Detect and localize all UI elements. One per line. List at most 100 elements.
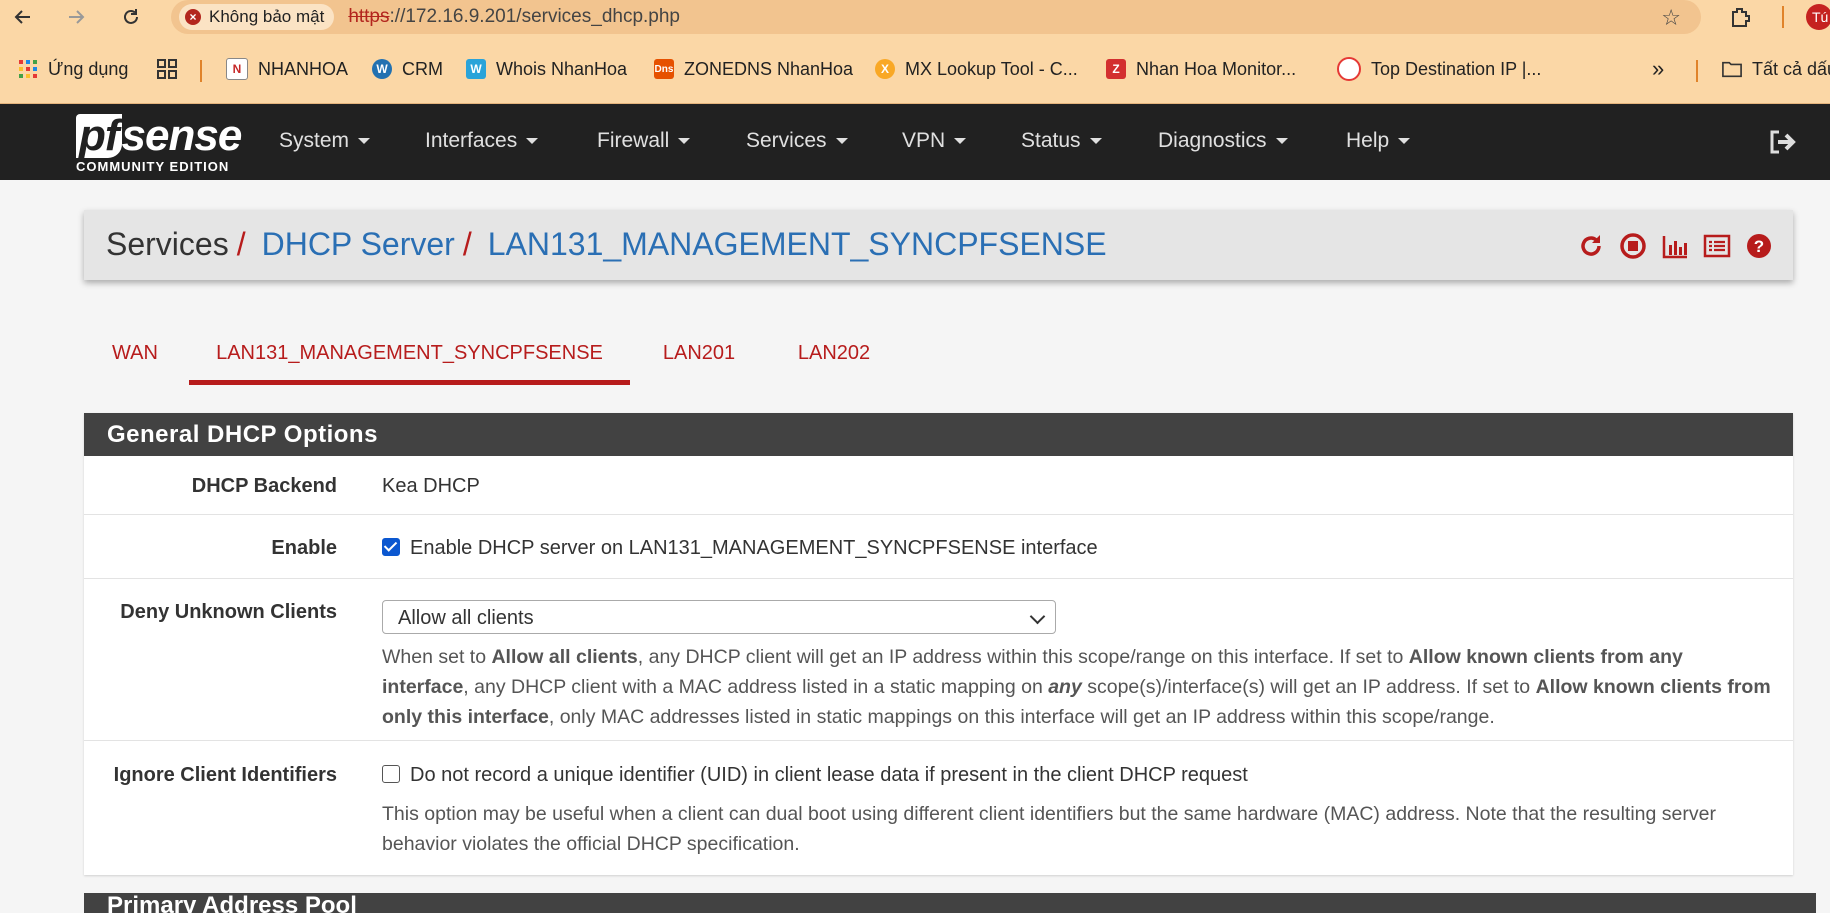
svg-text:?: ?: [1754, 237, 1764, 256]
security-label: Không bảo mật: [209, 7, 325, 26]
address-bar[interactable]: × Không bảo mật https://172.16.9.201/ser…: [171, 0, 1701, 34]
menu-label: Services: [746, 129, 827, 152]
logo-subtitle: COMMUNITY EDITION: [76, 159, 230, 174]
nhanhoa-icon: N: [226, 58, 248, 80]
tab-label: LAN202: [797, 341, 871, 364]
bookmark-zonedns[interactable]: Dns ZONEDNS NhanHoa: [654, 58, 853, 80]
dns-icon: Dns: [654, 59, 674, 79]
menu-system[interactable]: System: [279, 129, 371, 153]
restart-service-icon[interactable]: [1577, 232, 1605, 260]
select-value: Allow all clients: [398, 607, 534, 629]
ignore-uid-checkbox[interactable]: [382, 765, 400, 783]
tab-label: LAN201: [662, 341, 736, 364]
tab-lan131-management[interactable]: LAN131_MANAGEMENT_SYNCPFSENSE: [189, 326, 630, 385]
bookmark-divider: [1696, 60, 1698, 82]
ignore-help-text: This option may be useful when a client …: [382, 803, 1716, 855]
menu-interfaces[interactable]: Interfaces: [425, 129, 539, 153]
help-part: , any DHCP client with a MAC address lis…: [463, 676, 1049, 698]
extensions-icon[interactable]: [1728, 5, 1752, 29]
field-label: Ignore Client Identifiers: [113, 764, 337, 786]
menu-diagnostics[interactable]: Diagnostics: [1158, 129, 1288, 153]
tab-label: LAN131_MANAGEMENT_SYNCPFSENSE: [216, 341, 603, 364]
tab-wan[interactable]: WAN: [84, 326, 186, 380]
breadcrumb-separator: /: [236, 226, 246, 262]
enable-checkbox[interactable]: [382, 538, 400, 556]
bookmark-label: CRM: [402, 58, 443, 79]
menu-status[interactable]: Status: [1021, 129, 1102, 153]
pfsense-logo[interactable]: pfsense COMMUNITY EDITION: [76, 111, 243, 174]
bookmark-mx-lookup[interactable]: X MX Lookup Tool - C...: [875, 58, 1078, 80]
help-part: , only MAC addresses listed in static ma…: [548, 706, 1495, 728]
breadcrumb-actions: ?: [1577, 232, 1773, 260]
row-dhcp-backend: DHCP Backend Kea DHCP: [84, 456, 1793, 514]
apps-grid-icon: [18, 59, 38, 79]
menu-label: Firewall: [597, 129, 670, 152]
stop-service-icon[interactable]: [1619, 232, 1647, 260]
caret-down-icon: [835, 138, 848, 144]
menu-firewall[interactable]: Firewall: [597, 129, 691, 153]
logout-icon[interactable]: [1766, 126, 1798, 158]
forward-arrow-icon[interactable]: [63, 4, 89, 30]
url-text[interactable]: https://172.16.9.201/services_dhcp.php: [348, 6, 680, 28]
back-arrow-icon[interactable]: [10, 4, 36, 30]
breadcrumb-services[interactable]: Services: [106, 226, 229, 263]
reload-icon[interactable]: [118, 4, 144, 30]
more-bookmarks-icon[interactable]: »: [1652, 56, 1664, 81]
bookmark-star-icon[interactable]: ☆: [1661, 5, 1681, 31]
field-label: DHCP Backend: [191, 475, 337, 497]
help-bold-italic: any: [1048, 676, 1082, 698]
pfsense-navbar: pfsense COMMUNITY EDITION System Interfa…: [0, 104, 1830, 180]
bookmarks-bar: Ứng dụng N NHANHOA W CRM W Whois NhanHoa…: [0, 34, 1830, 104]
breadcrumb-panel: Services / DHCP Server / LAN131_MANAGEME…: [84, 210, 1793, 280]
menu-vpn[interactable]: VPN: [902, 129, 967, 153]
bookmark-crm[interactable]: W CRM: [372, 58, 443, 80]
deny-help-text: When set to Allow all clients, any DHCP …: [382, 642, 1772, 732]
not-secure-icon: ×: [185, 9, 201, 25]
bookmark-whois[interactable]: W Whois NhanHoa: [466, 58, 627, 80]
enable-option[interactable]: Enable DHCP server on LAN131_MANAGEMENT_…: [382, 537, 1098, 560]
tab-lan202[interactable]: LAN202: [776, 326, 892, 380]
profile-avatar[interactable]: Tú: [1806, 4, 1830, 30]
bookmark-label: Top Destination IP |...: [1371, 58, 1542, 79]
help-part: scope(s)/interface(s) will get an IP add…: [1081, 676, 1536, 698]
help-part: , any DHCP client will get an IP address…: [637, 646, 1409, 668]
breadcrumb-interface[interactable]: LAN131_MANAGEMENT_SYNCPFSENSE: [488, 226, 1107, 263]
ignore-option[interactable]: Do not record a unique identifier (UID) …: [382, 764, 1248, 787]
row-ignore-client-identifiers: Ignore Client Identifiers Do not record …: [84, 740, 1793, 875]
bookmark-label: Tất cả dấu trang: [1752, 58, 1830, 79]
all-bookmarks-folder[interactable]: Tất cả dấu trang: [1722, 58, 1830, 80]
toolbar-divider: [1782, 6, 1784, 28]
zabbix-icon: Z: [1106, 59, 1126, 79]
tab-groups-icon[interactable]: [156, 58, 178, 80]
menu-label: Diagnostics: [1158, 129, 1267, 152]
field-label: Enable: [271, 537, 337, 559]
log-list-icon[interactable]: [1703, 232, 1731, 260]
security-chip[interactable]: × Không bảo mật: [179, 4, 335, 30]
menu-label: System: [279, 129, 350, 152]
bookmark-monitor[interactable]: Z Nhan Hoa Monitor...: [1106, 58, 1296, 80]
backend-value: Kea DHCP: [382, 475, 480, 497]
bookmark-label: NHANHOA: [258, 58, 349, 79]
caret-down-icon: [358, 138, 371, 144]
breadcrumb-dhcp-server[interactable]: DHCP Server: [262, 226, 455, 263]
help-icon[interactable]: ?: [1745, 232, 1773, 260]
bookmark-label: Nhan Hoa Monitor...: [1136, 58, 1297, 79]
field-label: Deny Unknown Clients: [120, 601, 337, 623]
menu-label: Status: [1021, 129, 1081, 152]
logo-sense: sense: [121, 111, 243, 160]
tab-lan201[interactable]: LAN201: [641, 326, 757, 380]
bookmark-top-destination[interactable]: Top Destination IP |...: [1337, 57, 1542, 81]
graph-icon[interactable]: [1661, 232, 1689, 260]
caret-down-icon: [1089, 138, 1102, 144]
bookmark-nhanhoa[interactable]: N NHANHOA: [226, 58, 348, 80]
menu-label: Interfaces: [425, 129, 518, 152]
bookmark-apps[interactable]: Ứng dụng: [18, 58, 128, 80]
menu-services[interactable]: Services: [746, 129, 848, 153]
ignore-text: Do not record a unique identifier (UID) …: [410, 764, 1248, 786]
deny-unknown-clients-select[interactable]: Allow all clients: [382, 600, 1056, 634]
logo-pf: pf: [76, 114, 122, 158]
folder-icon: [1722, 59, 1742, 79]
tab-label: WAN: [112, 341, 158, 364]
menu-help[interactable]: Help: [1346, 129, 1411, 153]
browser-toolbar: × Không bảo mật https://172.16.9.201/ser…: [0, 0, 1830, 34]
